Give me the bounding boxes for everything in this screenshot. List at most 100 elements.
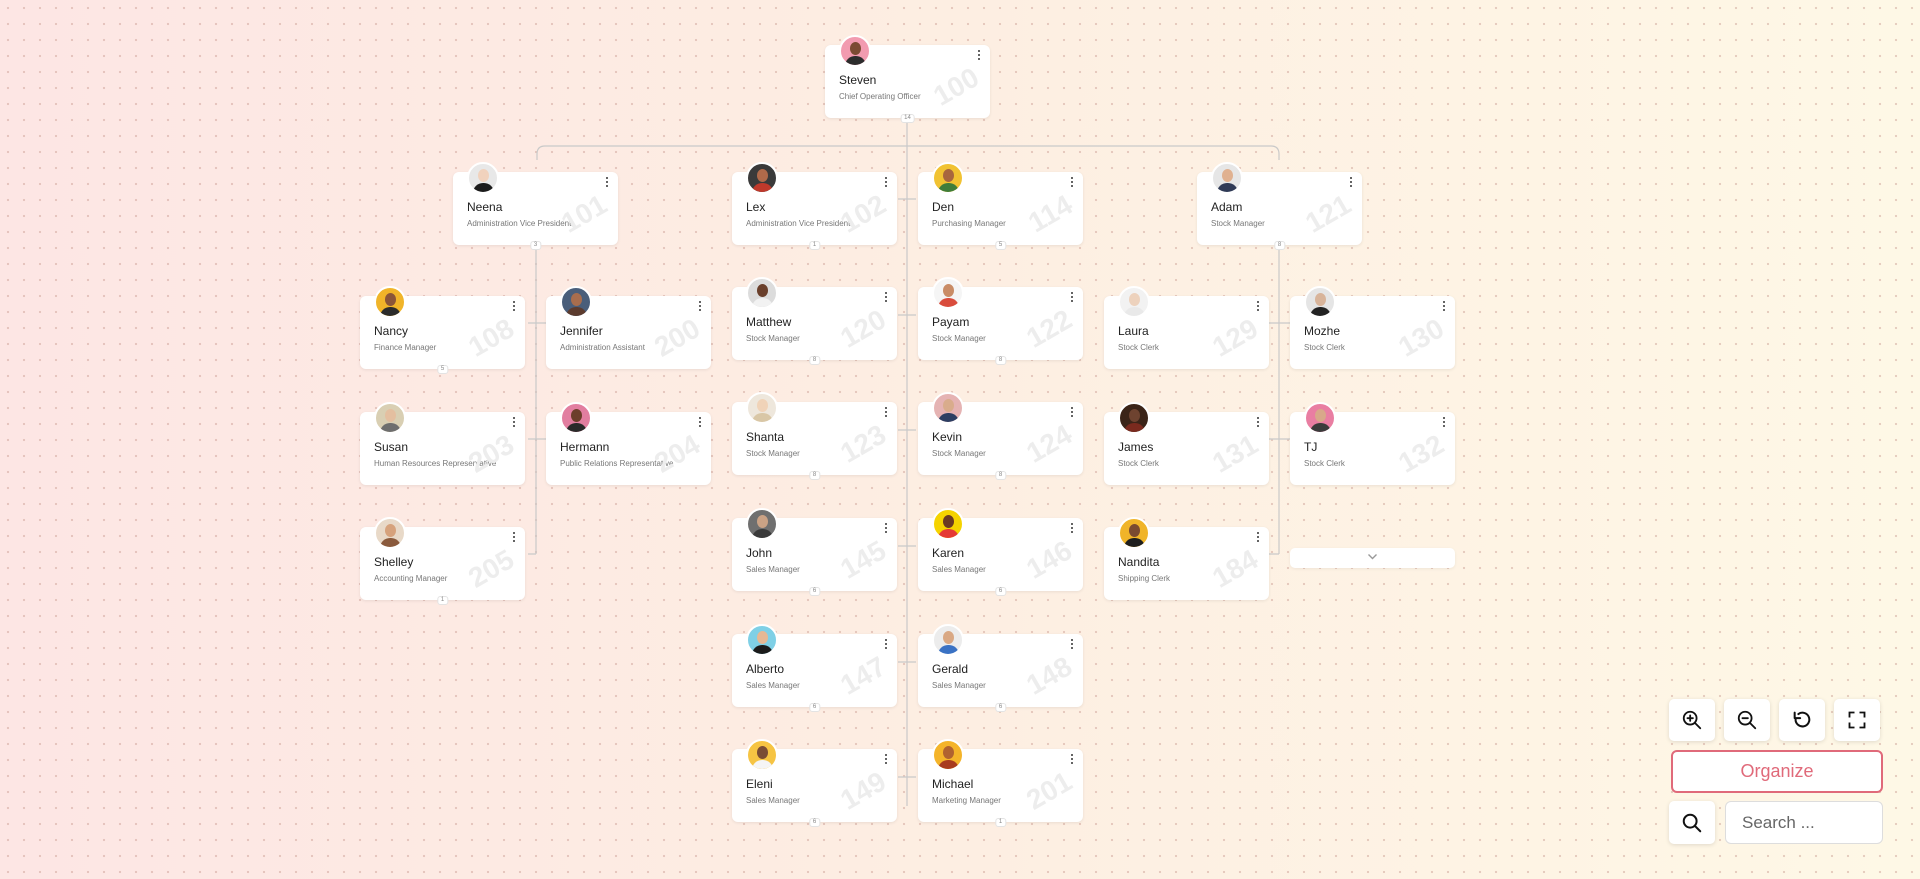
employee-name: Steven (839, 73, 877, 87)
more-options-icon[interactable] (1348, 177, 1354, 189)
reports-count-badge[interactable]: 1 (808, 241, 821, 250)
reports-count-badge[interactable]: 6 (808, 703, 821, 712)
avatar (839, 35, 871, 67)
more-options-icon[interactable] (883, 292, 889, 304)
reports-count-badge[interactable]: 3 (529, 241, 542, 250)
more-options-icon[interactable] (1069, 407, 1075, 419)
reports-count-badge[interactable]: 14 (900, 114, 915, 123)
more-options-icon[interactable] (1069, 177, 1075, 189)
employee-card[interactable]: Nancy Finance Manager 108 5 (360, 286, 525, 374)
more-options-icon[interactable] (883, 407, 889, 419)
zoom-out-button[interactable] (1724, 699, 1770, 741)
more-options-icon[interactable] (697, 301, 703, 313)
search-input[interactable] (1725, 801, 1883, 844)
more-options-icon[interactable] (1441, 301, 1447, 313)
employee-card[interactable]: Laura Stock Clerk 129 (1104, 286, 1269, 369)
employee-name: Alberto (746, 662, 785, 676)
employee-title: Stock Manager (932, 334, 986, 343)
employee-name: Adam (1211, 200, 1243, 214)
employee-card[interactable]: Adam Stock Manager 121 8 (1197, 162, 1362, 250)
fullscreen-button[interactable] (1834, 699, 1880, 741)
avatar (374, 286, 406, 318)
employee-name: Shelley (374, 555, 414, 569)
employee-id: 132 (1393, 428, 1450, 479)
search-button[interactable] (1669, 801, 1715, 844)
reports-count-badge[interactable]: 8 (808, 471, 821, 480)
more-options-icon[interactable] (1069, 639, 1075, 651)
more-options-icon[interactable] (1255, 301, 1261, 313)
more-options-icon[interactable] (511, 417, 517, 429)
more-options-icon[interactable] (976, 50, 982, 62)
reports-count-badge[interactable]: 5 (994, 241, 1007, 250)
zoom-in-button[interactable] (1669, 699, 1715, 741)
reports-count-badge[interactable]: 6 (808, 587, 821, 596)
fullscreen-icon (1848, 711, 1866, 729)
reports-count-badge[interactable]: 6 (994, 703, 1007, 712)
employee-card[interactable]: Gerald Sales Manager 148 6 (918, 624, 1083, 712)
reports-count-badge[interactable]: 5 (436, 365, 449, 374)
more-options-icon[interactable] (511, 301, 517, 313)
employee-id: 148 (1021, 650, 1078, 701)
more-options-icon[interactable] (604, 177, 610, 189)
reports-count-badge[interactable]: 6 (994, 587, 1007, 596)
employee-card[interactable]: Den Purchasing Manager 114 5 (918, 162, 1083, 250)
reports-count-badge[interactable]: 8 (1273, 241, 1286, 250)
reports-count-badge[interactable]: 1 (994, 818, 1007, 827)
employee-card[interactable]: James Stock Clerk 131 (1104, 402, 1269, 485)
employee-card[interactable]: Karen Sales Manager 146 6 (918, 508, 1083, 596)
avatar (932, 508, 964, 540)
organize-button[interactable]: Organize (1671, 750, 1883, 793)
more-options-icon[interactable] (697, 417, 703, 429)
employee-name: Nandita (1118, 555, 1160, 569)
more-options-icon[interactable] (511, 532, 517, 544)
employee-card[interactable]: Nandita Shipping Clerk 184 (1104, 517, 1269, 600)
employee-card[interactable]: Neena Administration Vice President 101 3 (453, 162, 618, 250)
more-options-icon[interactable] (883, 754, 889, 766)
employee-card[interactable]: Jennifer Administration Assistant 200 (546, 286, 711, 369)
more-options-icon[interactable] (883, 639, 889, 651)
employee-name: Payam (932, 315, 970, 329)
employee-card[interactable]: Michael Marketing Manager 201 1 (918, 739, 1083, 827)
avatar (374, 517, 406, 549)
employee-card[interactable]: Alberto Sales Manager 147 6 (732, 624, 897, 712)
show-more-expander[interactable] (1290, 548, 1455, 568)
employee-card[interactable]: Susan Human Resources Representative 203 (360, 402, 525, 485)
reports-count-badge[interactable]: 6 (808, 818, 821, 827)
employee-card[interactable]: Kevin Stock Manager 124 8 (918, 392, 1083, 480)
employee-title: Sales Manager (746, 796, 800, 805)
more-options-icon[interactable] (1255, 417, 1261, 429)
employee-title: Accounting Manager (374, 574, 448, 583)
employee-card[interactable]: Steven Chief Operating Officer 100 14 (825, 35, 990, 123)
employee-title: Marketing Manager (932, 796, 1001, 805)
reports-count-badge[interactable]: 8 (808, 356, 821, 365)
employee-card[interactable]: Eleni Sales Manager 149 6 (732, 739, 897, 827)
employee-card[interactable]: Shelley Accounting Manager 205 1 (360, 517, 525, 605)
org-chart-canvas[interactable]: Steven Chief Operating Officer 100 14 Neena… (0, 0, 1920, 879)
employee-card[interactable]: Mozhe Stock Clerk 130 (1290, 286, 1455, 369)
reports-count-badge[interactable]: 8 (994, 471, 1007, 480)
employee-card[interactable]: Hermann Public Relations Representative 20… (546, 402, 711, 485)
reports-count-badge[interactable]: 1 (436, 596, 449, 605)
more-options-icon[interactable] (1255, 532, 1261, 544)
employee-card[interactable]: Matthew Stock Manager 120 8 (732, 277, 897, 365)
avatar (746, 162, 778, 194)
more-options-icon[interactable] (883, 177, 889, 189)
employee-title: Sales Manager (932, 565, 986, 574)
employee-name: Karen (932, 546, 965, 560)
employee-id: 102 (835, 188, 892, 239)
more-options-icon[interactable] (1069, 292, 1075, 304)
employee-card[interactable]: Shanta Stock Manager 123 8 (732, 392, 897, 480)
reset-view-button[interactable] (1779, 699, 1825, 741)
employee-card[interactable]: Lex Administration Vice President 102 1 (732, 162, 897, 250)
more-options-icon[interactable] (1069, 523, 1075, 535)
reports-count-badge[interactable]: 8 (994, 356, 1007, 365)
more-options-icon[interactable] (1441, 417, 1447, 429)
employee-card[interactable]: TJ Stock Clerk 132 (1290, 402, 1455, 485)
employee-card[interactable]: Payam Stock Manager 122 8 (918, 277, 1083, 365)
employee-card[interactable]: John Sales Manager 145 6 (732, 508, 897, 596)
employee-name: John (746, 546, 773, 560)
employee-id: 120 (835, 303, 892, 354)
zoom-in-icon (1682, 710, 1702, 730)
more-options-icon[interactable] (883, 523, 889, 535)
more-options-icon[interactable] (1069, 754, 1075, 766)
